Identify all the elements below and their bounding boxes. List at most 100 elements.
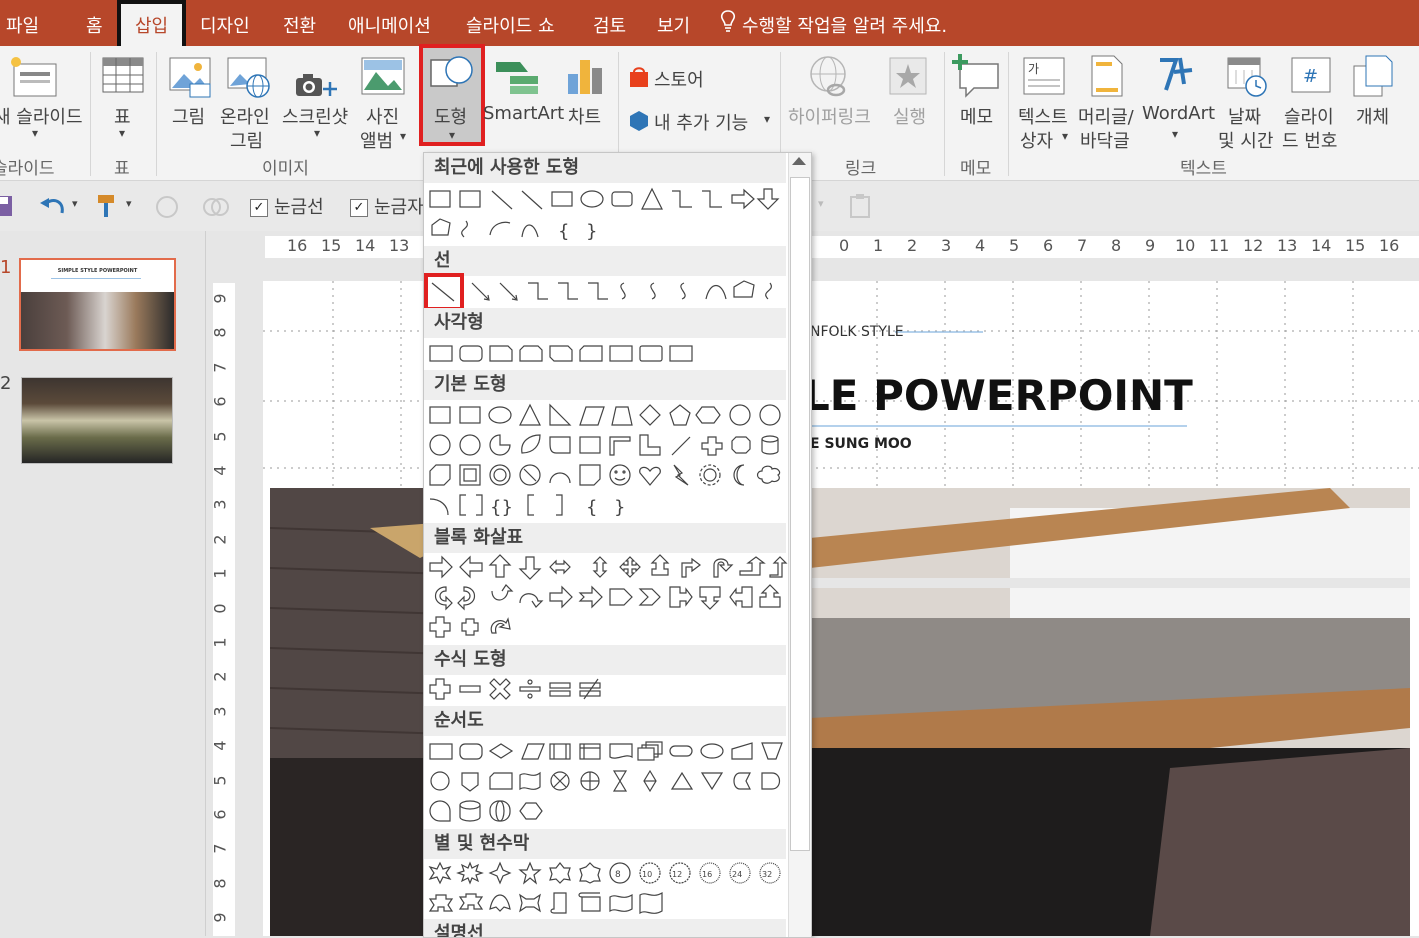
shape-row-arrows-3[interactable] [426, 613, 526, 643]
object-icon[interactable] [1352, 54, 1394, 102]
line-shapes-icon-row[interactable] [426, 277, 788, 307]
basic-shapes-icon-row[interactable] [426, 461, 788, 491]
format-painter-icon[interactable] [96, 193, 122, 223]
scroll-up-arrow[interactable] [792, 157, 806, 165]
shape-row-equation[interactable] [426, 675, 626, 705]
new-slide-button[interactable]: 새 슬라이드 [0, 103, 83, 129]
dropdown-scrollbar[interactable] [788, 153, 811, 937]
shape-row-flowchart-2[interactable] [426, 767, 788, 797]
picture-icon[interactable] [168, 54, 214, 102]
flowchart-icon-row[interactable] [426, 737, 788, 767]
tab-file[interactable]: 파일 [6, 0, 39, 46]
shape-row-flowchart-1[interactable] [426, 737, 788, 767]
slide-number-icon[interactable]: # [1290, 56, 1332, 100]
shape-row-basic-2[interactable] [426, 431, 788, 461]
smartart-button[interactable]: SmartArt [483, 103, 564, 124]
smartart-icon[interactable] [494, 56, 540, 100]
wordart-icon[interactable] [1156, 54, 1196, 98]
textbox-dropdown-arrow[interactable]: ▾ [1062, 129, 1068, 143]
shape-row-flowchart-3[interactable] [426, 797, 566, 827]
save-icon[interactable] [0, 195, 14, 221]
picture-button[interactable]: 그림 [172, 103, 205, 129]
photo-album-button[interactable]: 사진 [366, 103, 399, 129]
online-picture-button[interactable]: 온라인 [220, 103, 270, 129]
shape-row-basic-1[interactable] [426, 401, 788, 431]
slide-subtitle[interactable]: NFOLK STYLE [810, 324, 904, 340]
recent-shapes-icon-row[interactable] [426, 185, 788, 215]
comment-icon[interactable] [952, 52, 1000, 102]
shape-row-rectangles[interactable] [426, 339, 726, 369]
shape-row-arrows-1[interactable] [426, 553, 788, 583]
hyperlink-button[interactable]: 하이퍼링크 [788, 103, 871, 129]
textbox-icon[interactable]: 가 [1022, 56, 1066, 100]
guides-checkbox[interactable]: ✓ [350, 199, 368, 217]
recent-shapes-icon-row[interactable]: { } [426, 215, 626, 245]
undo-dropdown-arrow[interactable]: ▾ [72, 197, 78, 210]
my-addins-button[interactable]: 내 추가 기능 [654, 109, 748, 135]
store-icon[interactable] [628, 66, 650, 92]
photo-album-dropdown-arrow[interactable]: ▾ [400, 129, 406, 143]
stars-banners-icon-row[interactable] [426, 889, 676, 919]
my-addins-dropdown-arrow[interactable]: ▾ [764, 112, 770, 126]
store-button[interactable]: 스토어 [654, 66, 704, 92]
shape-row-recent-2[interactable]: { } [426, 215, 626, 245]
date-time-button[interactable]: 날짜 [1228, 103, 1261, 129]
shape-row-recent-1[interactable] [426, 185, 788, 215]
block-arrow-icon-row[interactable] [426, 613, 526, 643]
wordart-button[interactable]: WordArt [1142, 103, 1215, 124]
basic-shapes-icon-row[interactable]: {} { } [426, 491, 656, 521]
slide-title[interactable]: LE POWERPOINT [803, 371, 1193, 420]
action-button[interactable]: 실행 [893, 103, 926, 129]
basic-shapes-icon-row[interactable] [426, 431, 788, 461]
shape-row-stars-1[interactable]: 8 10 12 16 24 32 [426, 859, 788, 889]
tab-design[interactable]: 디자인 [200, 0, 250, 46]
shape-row-arrows-2[interactable] [426, 583, 788, 613]
slide-number-button-line2[interactable]: 드 번호 [1282, 127, 1337, 153]
undo-icon[interactable] [38, 195, 66, 221]
basic-shapes-icon-row[interactable] [426, 401, 788, 431]
header-footer-button[interactable]: 머리글/ [1078, 103, 1134, 129]
date-time-button-line2[interactable]: 및 시간 [1218, 127, 1273, 153]
object-button[interactable]: 개체 [1356, 103, 1389, 129]
new-slide-icon[interactable] [8, 56, 58, 104]
textbox-button[interactable]: 텍스트 [1018, 103, 1068, 129]
wordart-dropdown-arrow[interactable]: ▾ [1172, 127, 1178, 141]
date-time-icon[interactable] [1226, 54, 1268, 102]
action-icon[interactable] [888, 56, 928, 100]
tab-insert[interactable]: 삽입 [117, 0, 186, 50]
photo-album-button-line2[interactable]: 앨범 [360, 127, 393, 153]
slide-thumbnail-1[interactable]: SIMPLE STYLE POWERPOINT [19, 258, 176, 351]
tab-view[interactable]: 보기 [657, 0, 690, 46]
shape-row-basic-4[interactable]: {} { } [426, 491, 656, 521]
online-picture-icon[interactable] [226, 54, 272, 102]
screenshot-dropdown-arrow[interactable]: ▾ [314, 126, 320, 140]
scrollbar-thumb[interactable] [790, 177, 810, 851]
comment-button[interactable]: 메모 [960, 103, 993, 129]
table-icon[interactable] [102, 56, 144, 100]
block-arrow-icon-row[interactable] [426, 553, 788, 583]
slide-author[interactable]: E SUNG MOO [810, 436, 912, 452]
online-picture-button-line2[interactable]: 그림 [230, 127, 263, 153]
tab-home[interactable]: 홈 [86, 0, 103, 46]
shape-row-stars-2[interactable] [426, 889, 676, 919]
flowchart-icon-row[interactable] [426, 797, 566, 827]
header-footer-icon[interactable] [1090, 54, 1124, 102]
new-slide-dropdown-arrow[interactable]: ▾ [32, 126, 38, 140]
chart-icon[interactable] [566, 56, 606, 100]
textbox-button-line2[interactable]: 상자 [1020, 127, 1053, 153]
stars-banners-icon-row[interactable]: 8 10 12 16 24 32 [426, 859, 788, 889]
equation-shapes-icon-row[interactable] [426, 675, 626, 705]
header-footer-button-line2[interactable]: 바닥글 [1080, 127, 1130, 153]
shape-row-lines[interactable] [426, 277, 788, 307]
block-arrow-icon-row[interactable] [426, 583, 788, 613]
tab-review[interactable]: 검토 [593, 0, 626, 46]
rectangle-shapes-icon-row[interactable] [426, 339, 726, 369]
chart-button[interactable]: 차트 [568, 103, 601, 129]
shapes-dropdown-arrow[interactable]: ▾ [449, 128, 455, 142]
flowchart-icon-row[interactable] [426, 767, 788, 797]
tell-me-search[interactable]: 수행할 작업을 알려 주세요. [720, 0, 947, 46]
photo-album-icon[interactable] [360, 54, 406, 102]
table-dropdown-arrow[interactable]: ▾ [119, 126, 125, 140]
my-addins-icon[interactable] [628, 110, 650, 136]
tab-transitions[interactable]: 전환 [283, 0, 316, 46]
